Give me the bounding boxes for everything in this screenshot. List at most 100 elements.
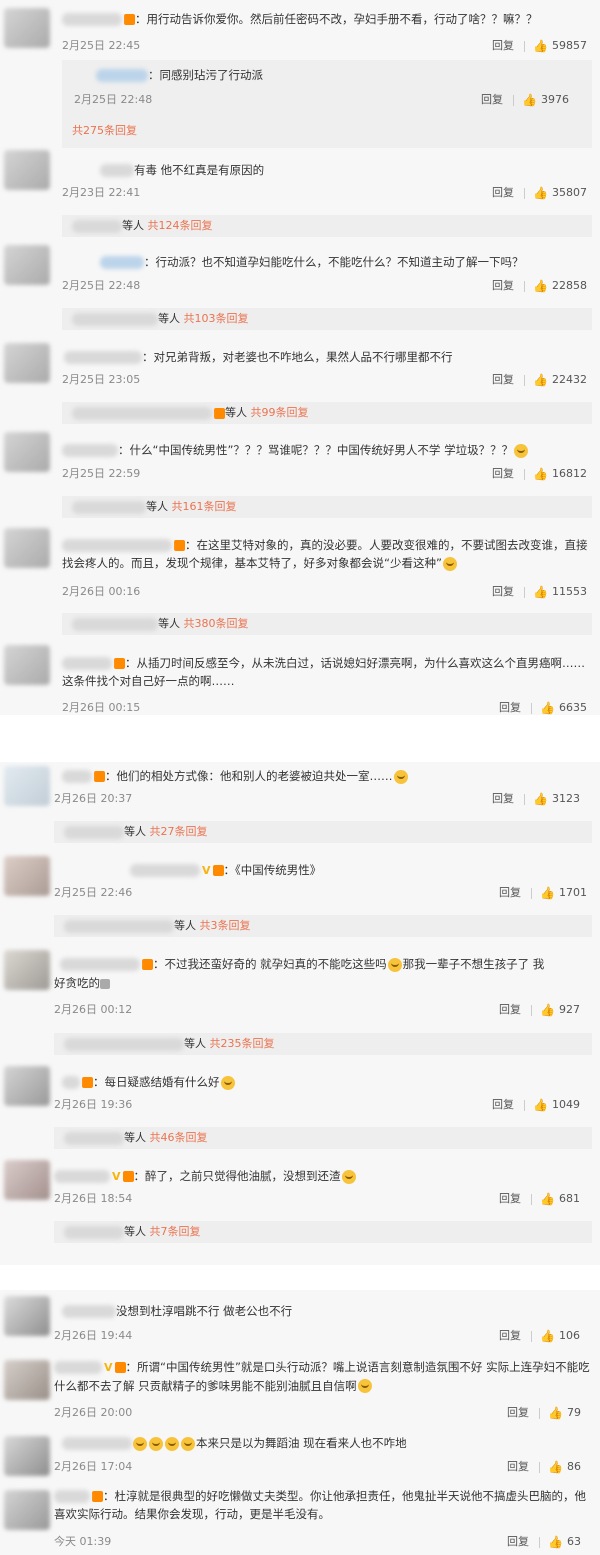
reply-count-link[interactable]: 共161条回复: [172, 500, 237, 513]
avatar[interactable]: [4, 1490, 50, 1530]
comment-time: 2月26日 00:15: [62, 701, 141, 714]
comment-actions: 回复 👍 59857: [492, 37, 587, 53]
reply-count-link[interactable]: 共103条回复: [184, 312, 249, 325]
avatar[interactable]: [4, 1360, 50, 1400]
reply-summary[interactable]: 等人 共124条回复: [62, 215, 592, 237]
reply-summary[interactable]: 等人 共27条回复: [54, 821, 592, 843]
like-count: 927: [558, 1003, 580, 1016]
avatar[interactable]: [4, 343, 50, 383]
reply-summary[interactable]: 等人 共7条回复: [54, 1221, 592, 1243]
reply-button[interactable]: 回复: [481, 93, 503, 106]
reply-summary[interactable]: 等人 共99条回复: [62, 402, 592, 424]
like-icon[interactable]: 👍: [548, 1460, 563, 1474]
comment-actions: 回复 👍 106: [499, 1327, 580, 1343]
reply-count-link[interactable]: 共99条回复: [251, 406, 309, 419]
avatar[interactable]: [4, 432, 50, 472]
like-count: 3123: [551, 792, 580, 805]
comment-actions: 回复 👍 22858: [492, 277, 587, 293]
avatar[interactable]: [4, 528, 50, 568]
avatar[interactable]: [4, 1296, 50, 1336]
reply-button[interactable]: 回复: [492, 585, 514, 598]
like-icon[interactable]: 👍: [533, 279, 548, 293]
reply-count-link[interactable]: 共3条回复: [200, 919, 251, 932]
reply-button[interactable]: 回复: [492, 373, 514, 386]
comment-actions: 回复 👍 22432: [492, 371, 587, 387]
reply-count-link[interactable]: 共275条回复: [72, 120, 137, 142]
reply-button[interactable]: 回复: [499, 886, 521, 899]
reply-summary[interactable]: 等人 共3条回复: [54, 915, 592, 937]
reply-count-link[interactable]: 共27条回复: [150, 825, 208, 838]
comment-text: ：他们的相处方式像：他和别人的老婆被迫共处一室……: [62, 767, 409, 785]
like-count: 681: [558, 1192, 580, 1205]
avatar[interactable]: [4, 1436, 50, 1476]
reply-summary[interactable]: 共275条回复: [62, 120, 592, 142]
reply-button[interactable]: 回复: [507, 1535, 529, 1548]
like-icon[interactable]: 👍: [533, 467, 548, 481]
avatar[interactable]: [4, 766, 50, 806]
reply-button[interactable]: 回复: [499, 1329, 521, 1342]
like-count: 106: [558, 1329, 580, 1342]
reply-button[interactable]: 回复: [499, 1003, 521, 1016]
comment-time: 2月26日 00:12: [54, 1003, 133, 1016]
comment-text: V ：《中国传统男性》: [130, 861, 321, 880]
avatar[interactable]: [4, 1160, 50, 1200]
reply-button[interactable]: 回复: [507, 1406, 529, 1419]
reply-count-link[interactable]: 共124条回复: [148, 219, 213, 232]
reply-button[interactable]: 回复: [499, 701, 521, 714]
comment-actions: 回复 👍 35807: [492, 184, 587, 200]
comment-time: 2月26日 20:37: [54, 792, 133, 805]
reply-button[interactable]: 回复: [499, 1192, 521, 1205]
like-icon[interactable]: 👍: [540, 1192, 555, 1206]
reply-count-link[interactable]: 共46条回复: [150, 1131, 208, 1144]
like-count: 86: [566, 1460, 581, 1473]
like-count: 11553: [551, 585, 587, 598]
reply-button[interactable]: 回复: [507, 1460, 529, 1473]
like-icon[interactable]: 👍: [540, 886, 555, 900]
reply-summary[interactable]: 等人 共161条回复: [62, 496, 592, 518]
reply-count-link[interactable]: 共235条回复: [210, 1037, 275, 1050]
emoji-icon: [387, 957, 402, 972]
reply-count-link[interactable]: 共380条回复: [184, 617, 249, 630]
avatar[interactable]: [4, 1066, 50, 1106]
avatar[interactable]: [4, 856, 50, 896]
reply-button[interactable]: 回复: [492, 792, 514, 805]
comment-time: 2月25日 22:45: [62, 39, 141, 52]
like-icon[interactable]: 👍: [540, 1329, 555, 1343]
like-icon[interactable]: 👍: [540, 1003, 555, 1017]
like-icon[interactable]: 👍: [533, 585, 548, 599]
comment-actions: 回复 👍 1049: [492, 1096, 580, 1112]
like-icon[interactable]: 👍: [540, 701, 555, 715]
avatar[interactable]: [4, 950, 50, 990]
like-icon[interactable]: 👍: [522, 93, 537, 107]
like-icon[interactable]: 👍: [548, 1535, 563, 1549]
reply-button[interactable]: 回复: [492, 279, 514, 292]
like-icon[interactable]: 👍: [533, 186, 548, 200]
like-icon[interactable]: 👍: [548, 1406, 563, 1420]
avatar[interactable]: [4, 645, 50, 685]
comment-time: 2月25日 23:05: [62, 373, 141, 386]
comment-text: 没想到杜淳唱跳不行 做老公也不行: [62, 1302, 292, 1320]
reply-button[interactable]: 回复: [492, 467, 514, 480]
reply-summary[interactable]: 等人 共380条回复: [62, 613, 592, 635]
avatar[interactable]: [4, 150, 50, 190]
comment-time: 2月25日 22:59: [62, 467, 141, 480]
like-count: 16812: [551, 467, 587, 480]
comment-text-continued: 好贪吃的: [54, 974, 110, 992]
comment-text: ：什么“中国传统男性”？？？骂谁呢？？？中国传统好男人不学 学垃圾？？？: [62, 441, 529, 459]
reply-button[interactable]: 回复: [492, 186, 514, 199]
reply-summary[interactable]: 等人 共46条回复: [54, 1127, 592, 1149]
like-icon[interactable]: 👍: [533, 1098, 548, 1112]
reply-summary[interactable]: 等人 共103条回复: [62, 308, 592, 330]
emoji-icon: [220, 1075, 235, 1090]
comment-text: 有毒 他不红真是有原因的: [100, 161, 264, 179]
comment-text: V ：醉了，之前只觉得他油腻，没想到还渣: [54, 1167, 357, 1186]
reply-summary[interactable]: 等人 共235条回复: [54, 1033, 592, 1055]
reply-button[interactable]: 回复: [492, 1098, 514, 1111]
like-icon[interactable]: 👍: [533, 792, 548, 806]
like-icon[interactable]: 👍: [533, 373, 548, 387]
avatar[interactable]: [4, 8, 50, 48]
avatar[interactable]: [4, 245, 50, 285]
reply-button[interactable]: 回复: [492, 39, 514, 52]
reply-count-link[interactable]: 共7条回复: [150, 1225, 201, 1238]
like-icon[interactable]: 👍: [533, 39, 548, 53]
